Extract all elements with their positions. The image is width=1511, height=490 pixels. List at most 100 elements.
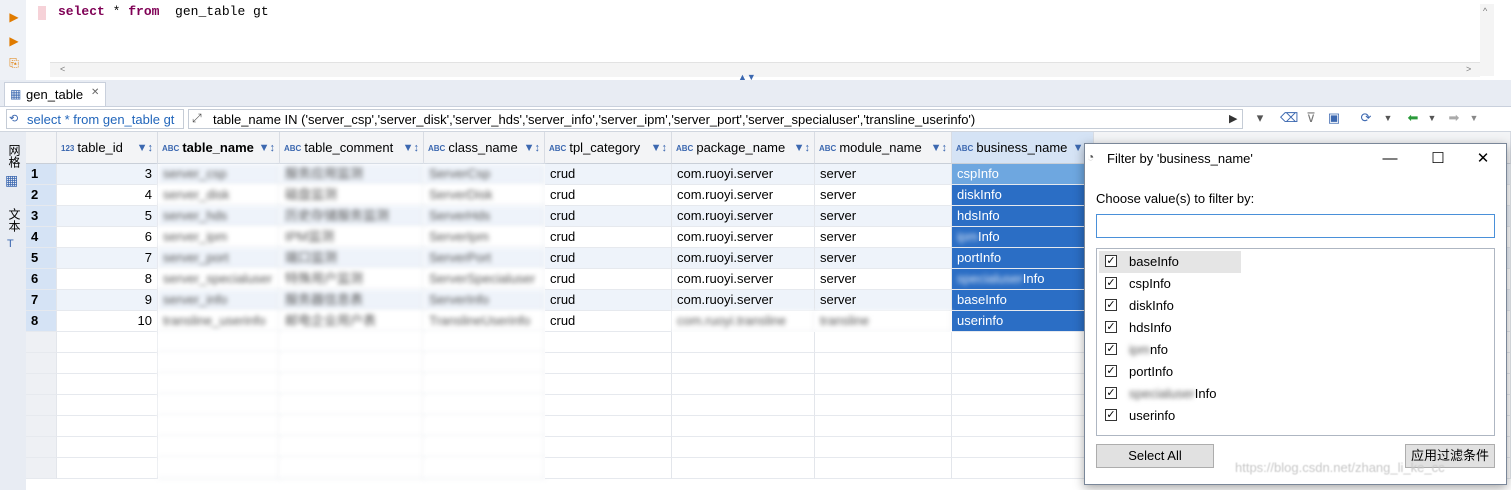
cell-business-name[interactable]: [952, 395, 1094, 416]
filter-value-item[interactable]: ✓ diskInfo: [1099, 295, 1241, 317]
column-header-class-name[interactable]: ABC class_name ▼↕: [424, 132, 545, 164]
cell-table-id[interactable]: 6: [57, 227, 158, 248]
cell-module-name[interactable]: server: [815, 206, 952, 227]
cell-table-id[interactable]: 8: [57, 269, 158, 290]
scroll-up-icon[interactable]: ^: [1483, 6, 1487, 16]
row-number[interactable]: 1: [26, 164, 57, 185]
row-number[interactable]: 5: [26, 248, 57, 269]
cell-table-id[interactable]: 9: [57, 290, 158, 311]
cell-package-name[interactable]: com.ruoyi.server: [672, 206, 815, 227]
cell-table-comment[interactable]: 邮电企业用户表: [280, 311, 424, 332]
row-number[interactable]: 7: [26, 290, 57, 311]
cell-package-name[interactable]: [672, 416, 815, 437]
column-header-table-comment[interactable]: ABC table_comment ▼↕: [280, 132, 424, 164]
text-view-tab[interactable]: 文本: [6, 208, 23, 232]
chevron-down-icon[interactable]: ▼: [1424, 110, 1440, 126]
cell-table-id[interactable]: [57, 353, 158, 374]
cell-package-name[interactable]: com.ruoyi.transline: [672, 311, 815, 332]
row-number[interactable]: 4: [26, 227, 57, 248]
cell-class-name[interactable]: ServerCsp: [424, 164, 545, 185]
cell-tpl-category[interactable]: crud: [545, 311, 672, 332]
cell-table-name[interactable]: [158, 332, 280, 353]
grid-icon[interactable]: ▦: [5, 172, 18, 189]
clear-filter-icon[interactable]: ⊽: [1303, 110, 1319, 126]
select-all-button[interactable]: Select All: [1096, 444, 1214, 468]
cell-table-name[interactable]: [158, 416, 280, 437]
cell-class-name[interactable]: [424, 395, 545, 416]
cell-table-comment[interactable]: 历史存储服务监测: [280, 206, 424, 227]
cell-package-name[interactable]: com.ruoyi.server: [672, 290, 815, 311]
cell-module-name[interactable]: [815, 458, 952, 479]
cell-business-name[interactable]: cspInfo: [952, 164, 1094, 185]
column-header-tpl-category[interactable]: ABC tpl_category ▼↕: [545, 132, 672, 164]
cell-class-name[interactable]: ServerPort: [424, 248, 545, 269]
cell-package-name[interactable]: com.ruoyi.server: [672, 164, 815, 185]
close-icon[interactable]: ✕: [91, 87, 99, 98]
cell-class-name[interactable]: [424, 374, 545, 395]
cell-business-name[interactable]: [952, 416, 1094, 437]
row-number[interactable]: [26, 395, 57, 416]
cell-tpl-category[interactable]: crud: [545, 164, 672, 185]
cell-table-id[interactable]: [57, 395, 158, 416]
query-label-box[interactable]: ⟲ select * from gen_table gt: [6, 109, 184, 129]
cell-tpl-category[interactable]: crud: [545, 248, 672, 269]
cell-tpl-category[interactable]: [545, 395, 672, 416]
cell-module-name[interactable]: transline: [815, 311, 952, 332]
cell-tpl-category[interactable]: [545, 437, 672, 458]
scroll-right-icon[interactable]: >: [1466, 64, 1471, 74]
cell-package-name[interactable]: [672, 353, 815, 374]
column-header-table-name[interactable]: ABC table_name ▼↕: [158, 132, 280, 164]
filter-value-item[interactable]: ✓ specialuserInfo: [1099, 383, 1241, 405]
cell-package-name[interactable]: [672, 374, 815, 395]
cell-module-name[interactable]: server: [815, 227, 952, 248]
cell-module-name[interactable]: server: [815, 248, 952, 269]
cell-class-name[interactable]: [424, 353, 545, 374]
row-number[interactable]: 2: [26, 185, 57, 206]
row-number[interactable]: [26, 416, 57, 437]
cell-table-name[interactable]: [158, 374, 280, 395]
cell-business-name[interactable]: hdsInfo: [952, 206, 1094, 227]
filter-value-list[interactable]: ✓ baseInfo ✓ cspInfo ✓ diskInfo ✓ hdsInfo ✓ ipmnf…: [1096, 248, 1495, 436]
row-number[interactable]: 6: [26, 269, 57, 290]
back-arrow-icon[interactable]: ⬅: [1405, 110, 1421, 126]
cell-business-name[interactable]: portInfo: [952, 248, 1094, 269]
cell-table-id[interactable]: 4: [57, 185, 158, 206]
checkbox[interactable]: ✓: [1105, 387, 1117, 399]
cell-business-name[interactable]: [952, 353, 1094, 374]
cell-business-name[interactable]: baseInfo: [952, 290, 1094, 311]
cell-table-comment[interactable]: IPM监测: [280, 227, 424, 248]
save-filter-icon[interactable]: ▣: [1326, 110, 1342, 126]
cell-table-id[interactable]: 5: [57, 206, 158, 227]
cell-class-name[interactable]: ServerIpm: [424, 227, 545, 248]
cell-table-comment[interactable]: [280, 395, 424, 416]
text-icon[interactable]: T: [7, 238, 14, 250]
cell-module-name[interactable]: server: [815, 269, 952, 290]
cell-class-name[interactable]: ServerInfo: [424, 290, 545, 311]
cell-tpl-category[interactable]: [545, 416, 672, 437]
cell-tpl-category[interactable]: [545, 353, 672, 374]
cell-table-name[interactable]: server_port: [158, 248, 280, 269]
cell-table-comment[interactable]: 磁盘监测: [280, 185, 424, 206]
cell-table-comment[interactable]: [280, 374, 424, 395]
cell-module-name[interactable]: [815, 437, 952, 458]
filter-search-input[interactable]: [1096, 214, 1495, 238]
cell-table-name[interactable]: server_specialuser: [158, 269, 280, 290]
cell-tpl-category[interactable]: crud: [545, 227, 672, 248]
cell-table-comment[interactable]: [280, 458, 424, 479]
cell-module-name[interactable]: server: [815, 290, 952, 311]
execute-script-icon[interactable]: ▶: [8, 34, 20, 48]
cell-table-name[interactable]: server_disk: [158, 185, 280, 206]
cell-business-name[interactable]: specialuserInfo: [952, 269, 1094, 290]
cell-class-name[interactable]: [424, 416, 545, 437]
cell-class-name[interactable]: ServerSpecialuser: [424, 269, 545, 290]
filter-value-item[interactable]: ✓ baseInfo: [1099, 251, 1241, 273]
forward-arrow-icon[interactable]: ➡: [1446, 110, 1462, 126]
chevron-down-icon[interactable]: ▼: [1466, 110, 1482, 126]
cell-table-comment[interactable]: [280, 353, 424, 374]
cell-table-id[interactable]: 3: [57, 164, 158, 185]
cell-table-comment[interactable]: [280, 332, 424, 353]
column-header-business-name[interactable]: ABC business_name ▼↕: [952, 132, 1094, 164]
close-button[interactable]: ✕: [1463, 146, 1503, 172]
cell-module-name[interactable]: [815, 353, 952, 374]
cell-table-name[interactable]: server_info: [158, 290, 280, 311]
